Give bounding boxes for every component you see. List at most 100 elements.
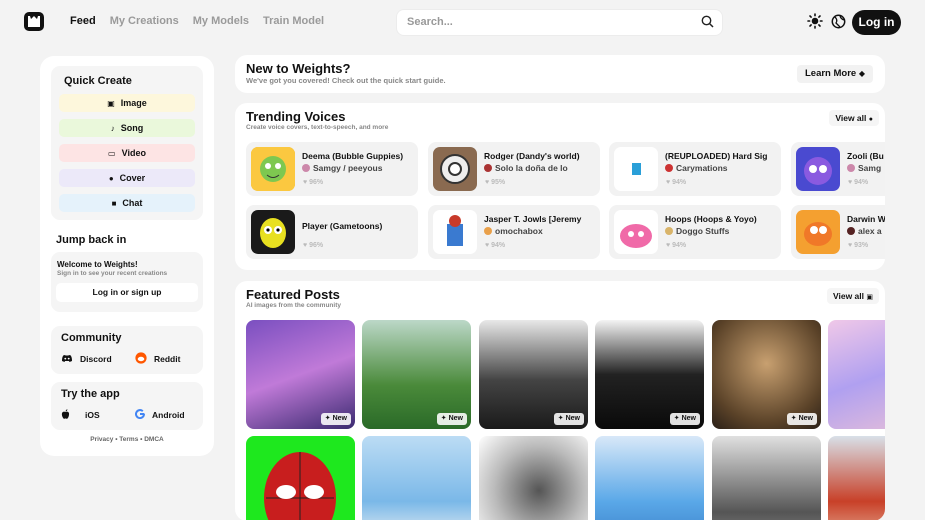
post-image[interactable]: ✦ New — [246, 320, 355, 429]
welcome-subtitle: Sign in to see your recent creations — [57, 270, 168, 277]
privacy-link[interactable]: Privacy — [90, 436, 113, 443]
ios-label: iOS — [85, 410, 100, 420]
voice-rating-value: 94% — [491, 242, 506, 249]
voice-name: Hoops (Hoops & Yoyo) — [665, 214, 757, 224]
post-image[interactable] — [595, 436, 704, 520]
post-image[interactable] — [828, 436, 885, 520]
reddit-link[interactable]: Reddit — [135, 350, 180, 368]
post-image[interactable]: ✦ New — [362, 320, 471, 429]
user-icon: ● — [868, 116, 873, 123]
nav-my-models[interactable]: My Models — [193, 15, 249, 27]
nav-my-creations[interactable]: My Creations — [110, 15, 179, 27]
post-image[interactable]: ✦ New — [712, 320, 821, 429]
voice-name: Darwin W — [847, 214, 885, 224]
ios-app-link[interactable]: iOS — [61, 406, 100, 424]
voice-thumbnail — [251, 210, 295, 254]
quick-create-song-button[interactable]: ♪ Song — [59, 119, 195, 137]
voice-card[interactable]: Jasper T. Jowls [Jeremy omochabox ♥ 94% — [428, 205, 600, 259]
login-or-signup-button[interactable]: Log in or sign up — [56, 283, 198, 302]
featured-view-all-button[interactable]: View all ▣ — [826, 288, 879, 304]
voice-author: Carymations — [665, 163, 779, 173]
dmca-link[interactable]: DMCA — [144, 436, 164, 443]
quick-create-chat-button[interactable]: ■ Chat — [59, 194, 195, 212]
voice-name: (REUPLOADED) Hard Sig — [665, 151, 768, 161]
new-badge-label: New — [681, 415, 696, 422]
new-badge-label: New — [798, 415, 813, 422]
voice-author: Samg — [847, 163, 885, 173]
search-placeholder: Search... — [407, 16, 453, 28]
image-icon: ▣ — [866, 294, 873, 301]
sidebar: Quick Create ▣ Image ♪ Song ▭ Video ● Cover … — [40, 56, 214, 456]
voice-author-label: Samgy / peeyous — [313, 163, 383, 173]
voice-author-label: alex a — [858, 226, 882, 236]
voice-author-label: Solo la doña de lo — [495, 163, 568, 173]
quick-create-image-button[interactable]: ▣ Image — [59, 94, 195, 112]
image-icon: ▣ — [107, 98, 115, 108]
voice-card[interactable]: (REUPLOADED) Hard Sig Carymations ♥ 94% — [609, 142, 781, 196]
voice-author-label: Carymations — [676, 163, 728, 173]
try-app-card: Try the app iOS Android — [51, 382, 203, 430]
quick-create-cover-button[interactable]: ● Cover — [59, 169, 195, 187]
voice-rating-value: 96% — [309, 179, 324, 186]
trending-view-all-button[interactable]: View all ● — [829, 110, 879, 126]
main-nav: Feed My Creations My Models Train Model — [70, 15, 324, 27]
android-label: Android — [152, 410, 185, 420]
voice-card[interactable]: Deema (Bubble Guppies) Samgy / peeyous ♥… — [246, 142, 418, 196]
voice-card[interactable]: Darwin W alex a ♥ 93% — [791, 205, 885, 259]
post-image[interactable] — [246, 436, 355, 520]
quick-create-title: Quick Create — [64, 75, 132, 87]
voice-card[interactable]: Rodger (Dandy's world) Solo la doña de l… — [428, 142, 600, 196]
reddit-label: Reddit — [154, 354, 181, 364]
voice-name: Zooli (Bu — [847, 151, 884, 161]
trending-voices-section: Trending Voices Create voice covers, tex… — [235, 103, 885, 270]
post-image[interactable] — [828, 320, 885, 429]
voice-rating-value: 94% — [672, 179, 687, 186]
post-image[interactable] — [479, 436, 588, 520]
new-badge-label: New — [448, 415, 463, 422]
voice-rating: ♥ 96% — [303, 179, 324, 186]
learn-more-label: Learn More — [804, 68, 857, 79]
terms-link[interactable]: Terms — [119, 436, 138, 443]
voice-author: Doggo Stuffs — [665, 226, 779, 236]
community-card: Community Discord Reddit — [51, 326, 203, 374]
post-image[interactable]: ✦ New — [595, 320, 704, 429]
voice-card[interactable]: Player (Gametoons) ♥ 96% — [246, 205, 418, 259]
weights-logo[interactable] — [24, 12, 44, 31]
quick-create-chat-label: Chat — [122, 198, 143, 208]
voice-author: Solo la doña de lo — [484, 163, 598, 173]
voice-card[interactable]: Hoops (Hoops & Yoyo) Doggo Stuffs ♥ 94% — [609, 205, 781, 259]
voice-rating: ♥ 94% — [666, 179, 687, 186]
quick-create-song-label: Song — [120, 123, 144, 133]
nav-feed[interactable]: Feed — [70, 15, 96, 27]
login-button[interactable]: Log in — [852, 10, 901, 35]
post-image[interactable] — [712, 436, 821, 520]
trending-voices-subtitle: Create voice covers, text-to-speech, and… — [246, 124, 389, 131]
post-image[interactable] — [362, 436, 471, 520]
theme-toggle-sun-icon[interactable] — [807, 13, 823, 34]
discord-icon — [61, 354, 73, 365]
featured-view-all-label: View all — [832, 291, 864, 301]
new-badge: ✦ New — [669, 413, 700, 425]
voice-card[interactable]: Zooli (Bu Samg ♥ 94% — [791, 142, 885, 196]
voice-author: alex a — [847, 226, 885, 236]
search-icon[interactable] — [701, 15, 714, 33]
try-app-title: Try the app — [61, 388, 120, 400]
footer-separator: • — [115, 436, 118, 443]
nav-train-model[interactable]: Train Model — [263, 15, 324, 27]
new-user-banner: New to Weights? We've got you covered! C… — [235, 55, 885, 93]
search-input[interactable]: Search... — [397, 10, 722, 35]
android-app-link[interactable]: Android — [135, 406, 185, 424]
discord-link[interactable]: Discord — [61, 350, 112, 368]
learn-more-button[interactable]: Learn More ◆ — [796, 65, 873, 83]
featured-posts-section: Featured Posts AI images from the commun… — [235, 281, 885, 520]
voice-rating: ♥ 93% — [848, 242, 869, 249]
voice-rating: ♥ 94% — [848, 179, 869, 186]
language-globe-icon[interactable] — [831, 14, 846, 34]
quick-create-image-label: Image — [120, 98, 147, 108]
voice-thumbnail — [614, 210, 658, 254]
quick-create-video-button[interactable]: ▭ Video — [59, 144, 195, 162]
post-image[interactable]: ✦ New — [479, 320, 588, 429]
voice-name: Player (Gametoons) — [302, 221, 383, 231]
app-root: Feed My Creations My Models Train Model … — [0, 0, 925, 520]
voice-rating: ♥ 94% — [485, 242, 506, 249]
